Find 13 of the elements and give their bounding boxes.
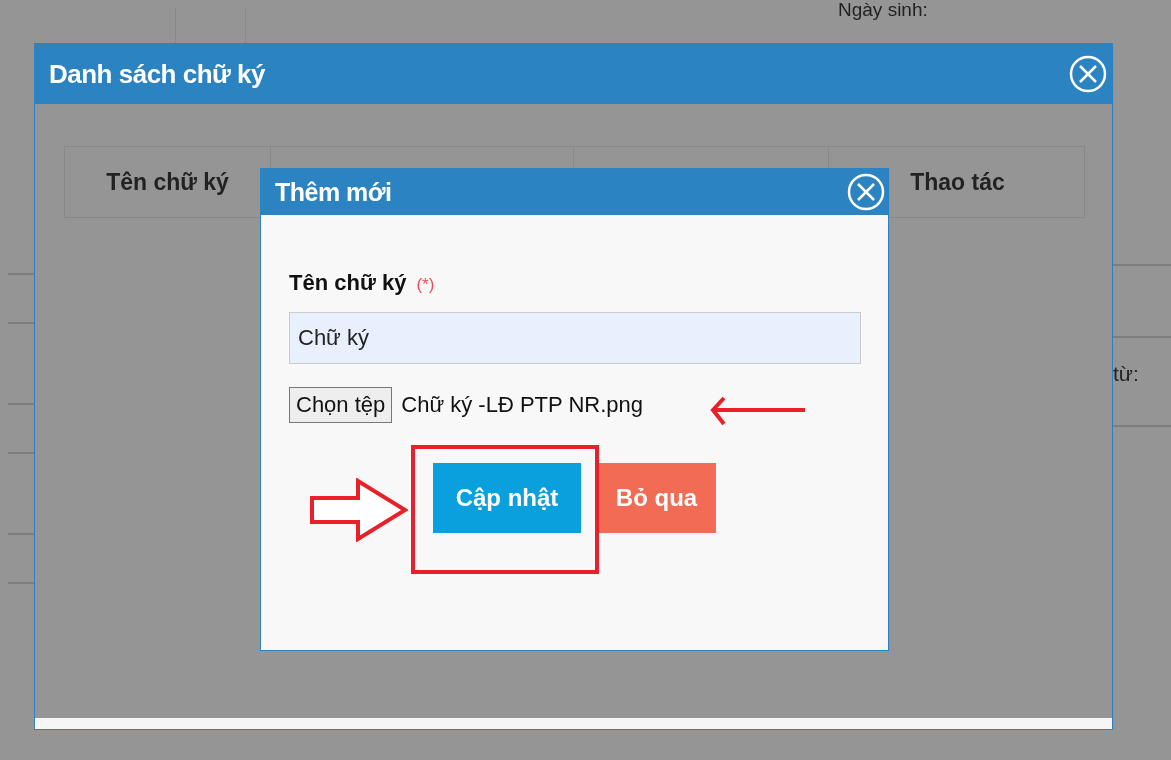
input-field[interactable]: Chữ ký bbox=[289, 312, 861, 364]
field-label: từ: bbox=[1113, 362, 1139, 386]
file-name: Chữ ký -LĐ PTP NR.png bbox=[401, 392, 644, 418]
column-header: Tên chữ ký bbox=[106, 168, 229, 196]
field-label: Ngày sinh: bbox=[838, 0, 928, 20]
close-icon[interactable] bbox=[846, 172, 886, 212]
dialog-title: Thêm mới bbox=[275, 177, 392, 207]
dialog-title: Danh sách chữ ký bbox=[49, 58, 266, 90]
required-mark: (*) bbox=[416, 275, 435, 295]
choose-file-button[interactable]: Chọn tệp bbox=[289, 387, 393, 423]
field-label: Tên chữ ký bbox=[289, 270, 407, 296]
column-header: Thao tác bbox=[910, 168, 1005, 196]
close-icon[interactable] bbox=[1068, 54, 1108, 94]
